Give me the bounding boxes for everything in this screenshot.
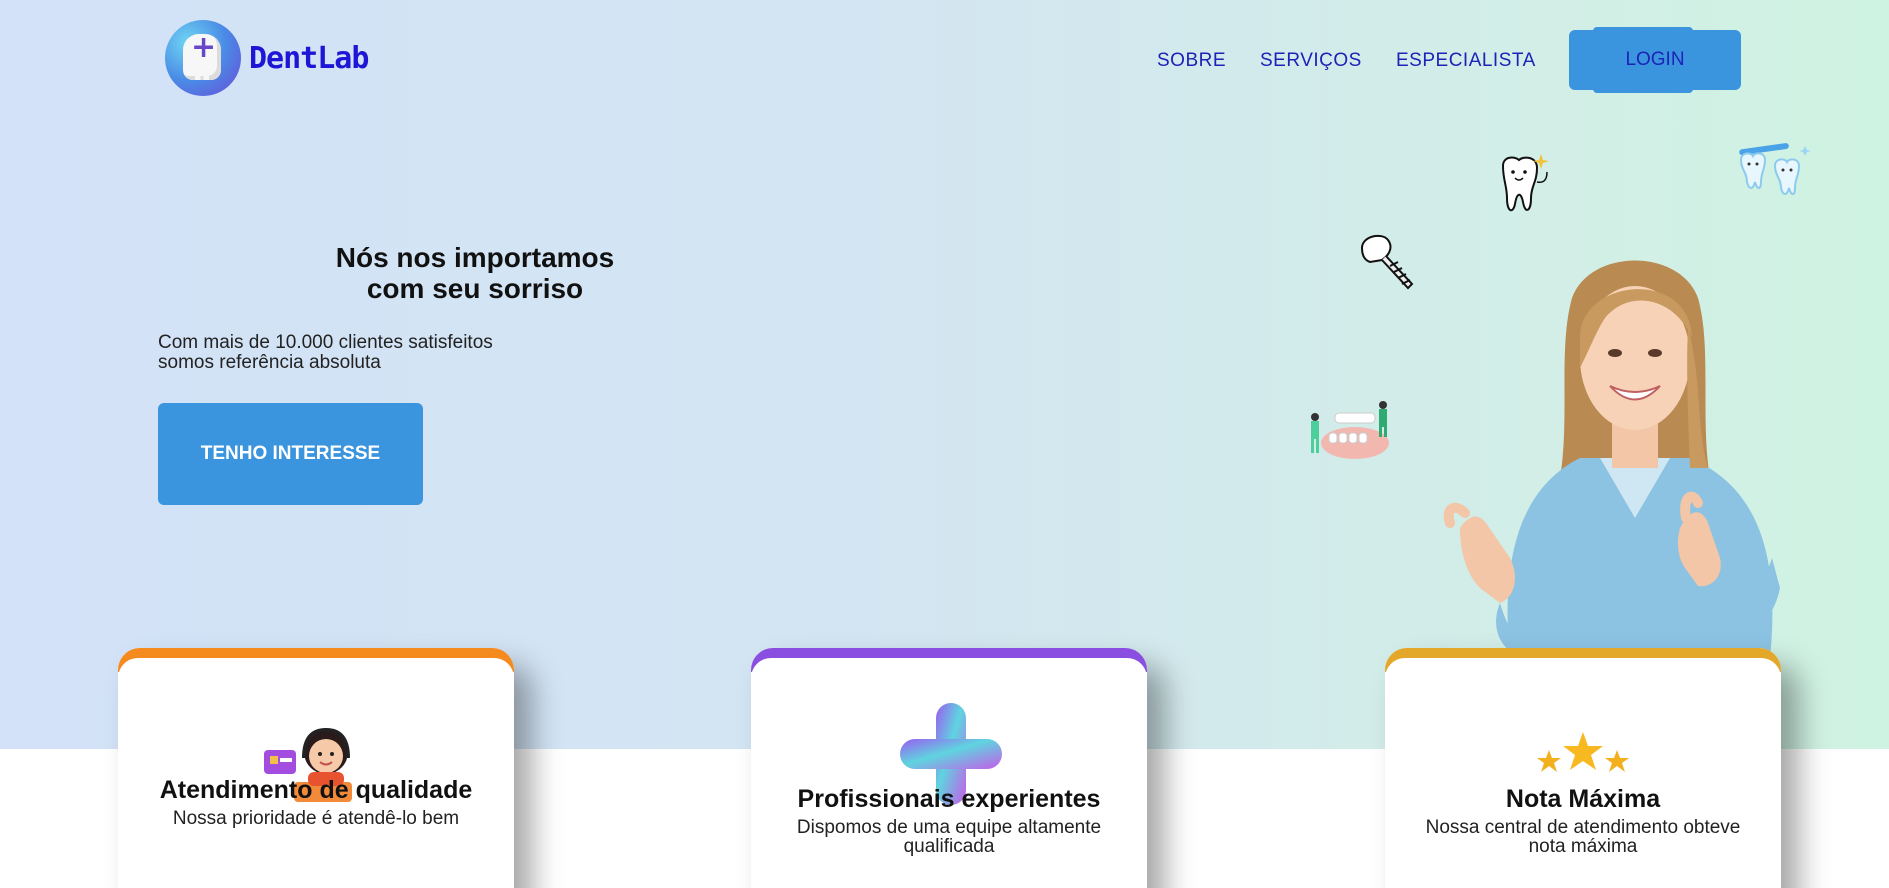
card-title: Atendimento de qualidade	[159, 776, 473, 804]
dental-implant-icon	[1360, 234, 1414, 290]
card-title: Profissionais experientes	[797, 785, 1101, 813]
card-body: Nota Máxima Nossa central de atendimento…	[1385, 658, 1781, 888]
happy-tooth-icon	[1501, 154, 1549, 212]
card-title: Nota Máxima	[1505, 785, 1661, 813]
teeth-toothbrush-icon	[1739, 143, 1811, 195]
nav-link-especialista[interactable]: ESPECIALISTA	[1396, 50, 1536, 72]
tooth-logo-icon: +	[165, 20, 241, 96]
hero-title-line-2: com seu sorriso	[366, 273, 584, 304]
interest-button-label: TENHO INTERESSE	[200, 443, 381, 464]
nav-link-sobre[interactable]: SOBRE	[1157, 50, 1226, 72]
nav-link-servicos[interactable]: SERVIÇOS	[1260, 50, 1362, 72]
card-body: Atendimento de qualidade Nossa prioridad…	[118, 658, 514, 888]
card-body: Profissionais experientes Dispomos de um…	[751, 658, 1147, 888]
interest-button[interactable]: TENHO INTERESSE	[158, 403, 423, 505]
hero-subtitle-line-1: Com mais de 10.000 clientes satisfeitos	[158, 332, 493, 353]
hero-title-line-1: Nós nos importamos	[335, 242, 615, 273]
feature-card-quality: Atendimento de qualidade Nossa prioridad…	[118, 648, 514, 888]
login-label: LOGIN	[1625, 49, 1685, 70]
logo[interactable]: + DentLab	[165, 20, 369, 96]
card-description: Nossa prioridade é atendê-lo bem	[172, 808, 460, 829]
stars-icon	[1537, 732, 1629, 772]
logo-text: DentLab	[249, 40, 369, 76]
card-description: Dispomos de uma equipe altamente qualifi…	[796, 817, 1102, 857]
smiling-woman-image	[1443, 260, 1780, 658]
hero-subtitle-line-2: somos referência absoluta	[158, 352, 381, 373]
feature-card-professionals: Profissionais experientes Dispomos de um…	[751, 648, 1147, 888]
card-description: Nossa central de atendimento obteve nota…	[1425, 817, 1741, 857]
hero-title: Nós nos importamos com seu sorriso	[290, 242, 660, 304]
hero-subtitle: Com mais de 10.000 clientes satisfeitos …	[158, 333, 608, 373]
feature-card-rating: Nota Máxima Nossa central de atendimento…	[1385, 648, 1781, 888]
login-button[interactable]: LOGIN	[1569, 27, 1741, 93]
dentures-dentists-icon	[1311, 401, 1389, 459]
